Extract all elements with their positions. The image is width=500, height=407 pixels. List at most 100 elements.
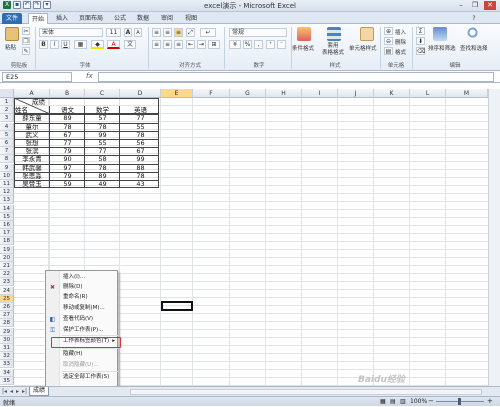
- row-header-32[interactable]: 32: [0, 352, 14, 361]
- context-menu-item[interactable]: 插入(I)...: [46, 273, 119, 282]
- row-header-16[interactable]: 16: [0, 221, 14, 229]
- context-menu-item[interactable]: 保护工作表(P)... ⚿: [46, 326, 119, 335]
- column-header-c[interactable]: C: [85, 89, 120, 98]
- column-header-g[interactable]: G: [230, 89, 266, 98]
- format-as-table-icon[interactable]: [327, 27, 341, 41]
- format-cells-icon[interactable]: ▤: [384, 47, 393, 55]
- row-header-24[interactable]: 24: [0, 286, 14, 295]
- row-header-31[interactable]: 31: [0, 344, 14, 352]
- row-header-1[interactable]: 1: [0, 98, 14, 106]
- column-header-f[interactable]: F: [193, 89, 230, 98]
- header-score-label[interactable]: 成绩: [32, 98, 52, 106]
- insert-cells-icon[interactable]: ⊕: [384, 27, 393, 35]
- row-header-29[interactable]: 29: [0, 327, 14, 336]
- name-box[interactable]: E25: [2, 72, 72, 82]
- row-header-23[interactable]: 23: [0, 278, 14, 287]
- active-cell-e25[interactable]: [161, 301, 193, 311]
- insert-cells-button[interactable]: 插入: [395, 28, 406, 36]
- view-normal-icon[interactable]: ▦: [380, 398, 386, 405]
- sort-filter-button[interactable]: 排序和筛选: [428, 44, 456, 52]
- column-header-a[interactable]: A: [14, 89, 50, 98]
- row-header-17[interactable]: 17: [0, 229, 14, 238]
- font-name-select[interactable]: 宋体: [39, 28, 103, 37]
- find-select-icon[interactable]: [467, 27, 481, 41]
- tab-home[interactable]: 开始: [28, 13, 48, 24]
- row-header-28[interactable]: 28: [0, 319, 14, 328]
- row-header-21[interactable]: 21: [0, 262, 14, 270]
- currency-button[interactable]: ¥: [229, 40, 241, 49]
- underline-button[interactable]: U: [61, 40, 70, 49]
- context-menu-item[interactable]: 移动或复制(M)...: [46, 304, 119, 313]
- wrap-text-icon[interactable]: ↵: [200, 28, 216, 37]
- row-header-19[interactable]: 19: [0, 245, 14, 254]
- tab-data[interactable]: 数据: [135, 13, 151, 24]
- first-sheet-icon[interactable]: |◂: [2, 388, 7, 395]
- row-header-2[interactable]: 2: [0, 106, 14, 115]
- align-middle-icon[interactable]: ≡: [163, 28, 172, 37]
- increase-indent-icon[interactable]: ⇥: [197, 40, 206, 49]
- orientation-icon[interactable]: ⤢: [186, 28, 195, 37]
- align-left-icon[interactable]: ≡: [152, 40, 161, 49]
- help-icon[interactable]: ?: [470, 13, 478, 24]
- align-right-icon[interactable]: ≡: [174, 40, 183, 49]
- context-menu-item[interactable]: 选定全部工作表(S): [46, 373, 119, 382]
- row-header-13[interactable]: 13: [0, 196, 14, 205]
- fill-icon[interactable]: ⬇: [416, 37, 425, 45]
- align-center-icon[interactable]: ≡: [163, 40, 172, 49]
- context-menu-item[interactable]: 删除(D) ✖: [46, 283, 119, 292]
- decrease-decimal-icon[interactable]: ⁻: [277, 40, 286, 49]
- italic-button[interactable]: I: [50, 40, 59, 49]
- last-sheet-icon[interactable]: ▸|: [22, 388, 27, 395]
- zoom-out-button[interactable]: −: [428, 397, 434, 405]
- prev-sheet-icon[interactable]: ◂: [10, 388, 13, 395]
- increase-decimal-icon[interactable]: ⁺: [266, 40, 275, 49]
- row-header-34[interactable]: 34: [0, 368, 14, 377]
- conditional-formatting-icon[interactable]: [297, 27, 311, 41]
- fill-color-icon[interactable]: ◆: [91, 40, 104, 49]
- phonetic-button[interactable]: 文: [124, 40, 136, 49]
- align-top-icon[interactable]: ≡: [152, 28, 161, 37]
- row-header-12[interactable]: 12: [0, 188, 14, 197]
- column-header-i[interactable]: I: [302, 89, 338, 98]
- row-header-27[interactable]: 27: [0, 311, 14, 320]
- context-menu-item[interactable]: 查看代码(V) ◧: [46, 315, 119, 324]
- horizontal-scrollbar[interactable]: [130, 389, 482, 395]
- row-header-30[interactable]: 30: [0, 335, 14, 344]
- formula-input[interactable]: [98, 72, 494, 82]
- row-header-10[interactable]: 10: [0, 171, 14, 180]
- row-header-15[interactable]: 15: [0, 212, 14, 221]
- tab-review[interactable]: 审阅: [159, 13, 175, 24]
- header-name-label[interactable]: 姓名: [15, 106, 35, 114]
- row-header-25[interactable]: 25: [0, 294, 14, 303]
- comma-button[interactable]: ,: [254, 40, 263, 49]
- close-button[interactable]: ✕: [484, 1, 496, 10]
- row-header-20[interactable]: 20: [0, 253, 14, 262]
- paste-icon[interactable]: [5, 27, 19, 41]
- tab-formulas[interactable]: 公式: [112, 13, 128, 24]
- font-color-icon[interactable]: A: [107, 40, 120, 49]
- row-header-11[interactable]: 11: [0, 180, 14, 188]
- percent-button[interactable]: %: [243, 40, 252, 49]
- context-menu-item[interactable]: 取消隐藏(U)...: [46, 361, 119, 370]
- align-bottom-icon[interactable]: ≡: [174, 28, 183, 37]
- number-format-select[interactable]: 常规: [229, 28, 287, 37]
- delete-cells-icon[interactable]: ⊖: [384, 37, 393, 45]
- clear-icon[interactable]: ⌫: [416, 47, 425, 55]
- row-header-5[interactable]: 5: [0, 130, 14, 139]
- row-header-4[interactable]: 4: [0, 122, 14, 131]
- format-cells-button[interactable]: 格式: [395, 48, 406, 56]
- sheet-tab-scores[interactable]: 成绩: [29, 387, 49, 396]
- column-header-e[interactable]: E: [161, 89, 193, 98]
- find-select-button[interactable]: 查找和选择: [460, 44, 488, 52]
- row-header-3[interactable]: 3: [0, 114, 14, 123]
- row-header-22[interactable]: 22: [0, 270, 14, 279]
- row-header-33[interactable]: 33: [0, 360, 14, 369]
- row-header-7[interactable]: 7: [0, 147, 14, 156]
- view-page-break-icon[interactable]: ▥: [400, 398, 406, 405]
- subject-header[interactable]: 语文: [50, 106, 85, 114]
- format-painter-icon[interactable]: ✎: [22, 47, 30, 55]
- vertical-scrollbar[interactable]: [488, 89, 500, 386]
- font-size-select[interactable]: 11: [106, 28, 121, 37]
- subject-header[interactable]: 数学: [85, 106, 120, 114]
- sort-filter-icon[interactable]: [433, 27, 447, 41]
